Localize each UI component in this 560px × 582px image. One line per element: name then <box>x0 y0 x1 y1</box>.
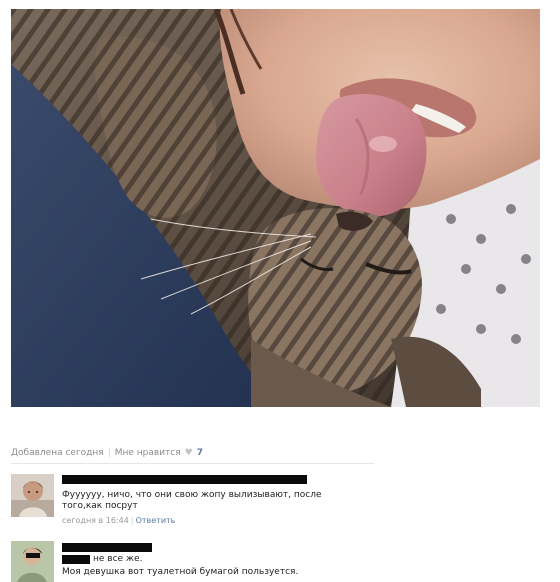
redacted-author-name <box>62 475 307 484</box>
comment-footer: сегодня в 16:44 | Ответить <box>62 516 175 525</box>
comment-text: Фуууууу, ничо, что они свою жопу вылизыв… <box>62 490 322 511</box>
footer-separator: | <box>130 516 134 525</box>
cat-tongue-photo <box>11 9 540 407</box>
reply-link[interactable]: Ответить <box>136 516 176 525</box>
commenter-avatar[interactable] <box>11 474 54 517</box>
avatar-photo <box>11 474 54 517</box>
redacted-author-name-part <box>62 555 90 564</box>
comments-divider <box>11 463 374 464</box>
post-meta: Добавлена сегодня | Мне нравится ♥ 7 <box>11 448 203 458</box>
post-photo[interactable] <box>11 9 540 407</box>
like-count: 7 <box>196 448 204 458</box>
comment-time[interactable]: сегодня в 16:44 <box>62 516 129 525</box>
comment-name-tail: не все же. <box>93 554 143 564</box>
heart-icon[interactable]: ♥ <box>185 448 193 458</box>
like-label[interactable]: Мне нравится <box>115 448 181 458</box>
post-page: Добавлена сегодня | Мне нравится ♥ 7 Фуу… <box>0 0 560 582</box>
comment-item: Фуууууу, ничо, что они свою жопу вылизыв… <box>11 474 441 525</box>
added-date-label: Добавлена сегодня <box>11 448 104 458</box>
commenter-avatar[interactable] <box>11 541 54 582</box>
comment-item: не все же. Моя девушка вот туалетной бум… <box>11 541 441 582</box>
redacted-author-name <box>62 543 152 552</box>
avatar-photo <box>11 541 54 582</box>
comment-text: Моя девушка вот туалетной бумагой пользу… <box>62 567 299 577</box>
meta-separator: | <box>107 448 111 458</box>
